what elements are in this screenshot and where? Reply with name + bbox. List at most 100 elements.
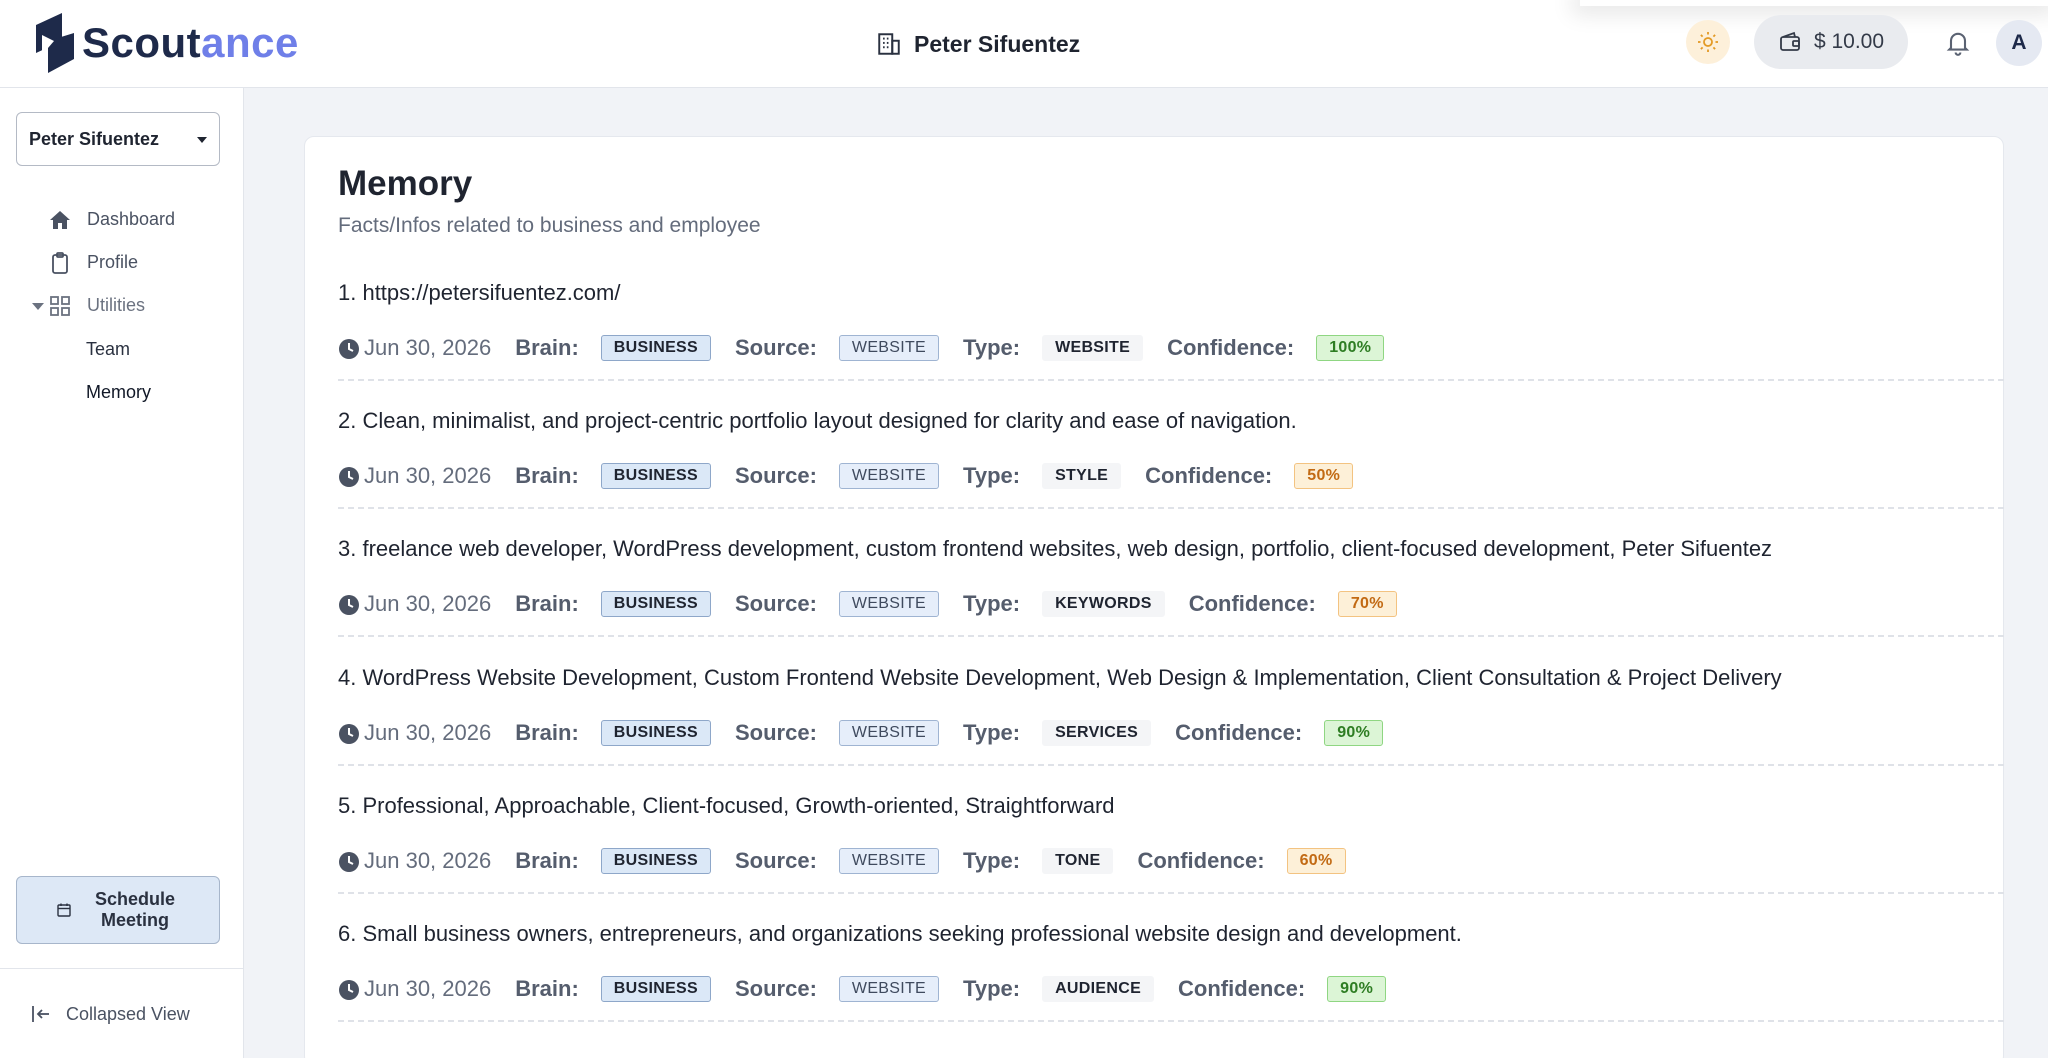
sidebar-item-label: Dashboard xyxy=(87,209,176,229)
source-label: Source: xyxy=(735,847,817,873)
type-label: Type: xyxy=(963,463,1021,489)
type-badge: WEBSITE xyxy=(1042,335,1144,361)
wallet-amount: $ 10.00 xyxy=(1813,30,1885,53)
memory-item: 2. Clean, minimalist, and project-centri… xyxy=(338,400,2004,528)
collapse-label: Collapsed View xyxy=(66,1003,190,1024)
memory-fact: 2. Clean, minimalist, and project-centri… xyxy=(338,408,1297,434)
brain-label: Brain: xyxy=(515,847,579,873)
clock-icon xyxy=(339,339,359,359)
type-badge: SERVICES xyxy=(1042,719,1152,746)
sidebar-subitem-team[interactable]: Team xyxy=(86,339,130,360)
collapse-left-icon xyxy=(32,1006,49,1022)
type-badge: AUDIENCE xyxy=(1042,976,1155,1002)
confidence-badge: 50% xyxy=(1294,463,1354,490)
memory-meta: Jun 30, 2026 Brain: BUSINESS Source: WEB… xyxy=(338,332,1385,364)
brain-label: Brain: xyxy=(515,591,579,617)
memory-fact: 6. Small business owners, entrepreneurs,… xyxy=(338,921,1462,946)
clock-icon xyxy=(339,980,359,1000)
sidebar-item-label: Utilities xyxy=(87,295,146,315)
memory-date: Jun 30, 2026 xyxy=(364,847,492,873)
type-label: Type: xyxy=(963,719,1021,745)
memory-fact: 4. WordPress Website Development, Custom… xyxy=(338,664,1782,690)
building-icon xyxy=(878,33,900,55)
memory-item: 5. Professional, Approachable, Client-fo… xyxy=(338,785,2004,913)
page-subtitle: Facts/Infos related to business and empl… xyxy=(338,214,761,237)
type-label: Type: xyxy=(963,976,1021,1001)
sidebar-divider xyxy=(0,968,244,969)
memory-meta: Jun 30, 2026 Brain: BUSINESS Source: WEB… xyxy=(338,588,1397,620)
caret-down-icon xyxy=(197,137,207,143)
memory-meta: Jun 30, 2026 Brain: BUSINESS Source: WEB… xyxy=(338,460,1354,492)
sidebar-item-profile[interactable]: Profile xyxy=(0,247,244,279)
confidence-label: Confidence: xyxy=(1178,976,1306,1001)
schedule-meeting-label: Schedule Meeting xyxy=(94,889,176,930)
brain-badge: BUSINESS xyxy=(600,591,711,618)
clock-icon xyxy=(339,723,359,744)
source-badge: WEBSITE xyxy=(838,591,940,618)
memory-meta: Jun 30, 2026 Brain: BUSINESS Source: WEB… xyxy=(338,717,1384,749)
brain-label: Brain: xyxy=(515,463,579,489)
clock-icon xyxy=(339,595,359,616)
scoutance-logo[interactable]: Scoutance xyxy=(34,10,299,76)
grid-icon xyxy=(50,296,70,316)
memory-fact: 5. Professional, Approachable, Client-fo… xyxy=(338,792,1115,818)
source-badge: WEBSITE xyxy=(838,976,940,1002)
source-badge: WEBSITE xyxy=(838,463,940,490)
memory-fact: 3. freelance web developer, WordPress de… xyxy=(338,536,1773,562)
memory-date: Jun 30, 2026 xyxy=(364,335,492,360)
brand-name: Scoutance xyxy=(82,19,299,67)
confidence-badge: 100% xyxy=(1316,335,1385,361)
memory-meta: Jun 30, 2026 Brain: BUSINESS Source: WEB… xyxy=(338,973,1387,1005)
company-header: Peter Sifuentez xyxy=(876,26,1080,62)
memory-divider xyxy=(338,891,2004,894)
brand-name-part2: ance xyxy=(201,19,299,66)
wallet-icon xyxy=(1780,31,1800,51)
brain-badge: BUSINESS xyxy=(600,976,711,1002)
memory-divider xyxy=(338,379,2004,381)
source-label: Source: xyxy=(735,335,817,360)
brain-badge: BUSINESS xyxy=(600,719,711,746)
confidence-label: Confidence: xyxy=(1137,847,1265,873)
memory-item: 6. Small business owners, entrepreneurs,… xyxy=(338,913,2004,1041)
top-bar: Scoutance Peter Sifuentez $ 10.00 A xyxy=(0,0,2048,88)
memory-meta: Jun 30, 2026 Brain: BUSINESS Source: WEB… xyxy=(338,845,1346,877)
brain-label: Brain: xyxy=(515,976,579,1001)
confidence-badge: 90% xyxy=(1327,976,1387,1002)
brain-label: Brain: xyxy=(515,719,579,745)
sun-icon xyxy=(1698,32,1718,52)
logo-mark-icon xyxy=(36,13,74,73)
schedule-meeting-button[interactable]: Schedule Meeting xyxy=(16,876,220,944)
caret-down-icon xyxy=(32,303,44,310)
home-icon xyxy=(50,211,70,229)
memory-date: Jun 30, 2026 xyxy=(364,719,492,745)
source-badge: WEBSITE xyxy=(838,847,940,874)
theme-toggle-button[interactable] xyxy=(1686,20,1730,64)
wallet-balance-button[interactable]: $ 10.00 xyxy=(1754,15,1908,69)
source-badge: WEBSITE xyxy=(838,719,940,746)
brain-badge: BUSINESS xyxy=(600,335,711,361)
memory-item: 4. WordPress Website Development, Custom… xyxy=(338,657,2004,785)
calendar-icon xyxy=(57,903,71,917)
collapse-sidebar-button[interactable]: Collapsed View xyxy=(30,1000,190,1028)
business-select[interactable]: Peter Sifuentez xyxy=(16,112,220,166)
memory-date: Jun 30, 2026 xyxy=(364,976,492,1001)
type-label: Type: xyxy=(963,847,1021,873)
brain-label: Brain: xyxy=(515,335,579,360)
confidence-label: Confidence: xyxy=(1145,463,1273,489)
brain-badge: BUSINESS xyxy=(600,847,711,874)
memory-date: Jun 30, 2026 xyxy=(364,463,492,489)
source-label: Source: xyxy=(735,719,817,745)
sidebar-subitem-memory[interactable]: Memory xyxy=(86,382,151,403)
sidebar-item-dashboard[interactable]: Dashboard xyxy=(0,204,244,236)
page-title: Memory xyxy=(338,164,473,203)
confidence-label: Confidence: xyxy=(1188,591,1316,617)
bell-icon xyxy=(1946,32,1970,56)
source-badge: WEBSITE xyxy=(838,335,940,361)
memory-item: 1. https://petersifuentez.com/ Jun 30, 2… xyxy=(338,272,2004,400)
user-avatar[interactable]: A xyxy=(1996,20,2042,66)
type-label: Type: xyxy=(963,335,1021,360)
sidebar-item-utilities[interactable]: Utilities xyxy=(0,290,244,322)
confidence-badge: 90% xyxy=(1324,719,1384,746)
notifications-button[interactable] xyxy=(1942,24,1974,60)
business-select-value: Peter Sifuentez xyxy=(29,128,160,149)
